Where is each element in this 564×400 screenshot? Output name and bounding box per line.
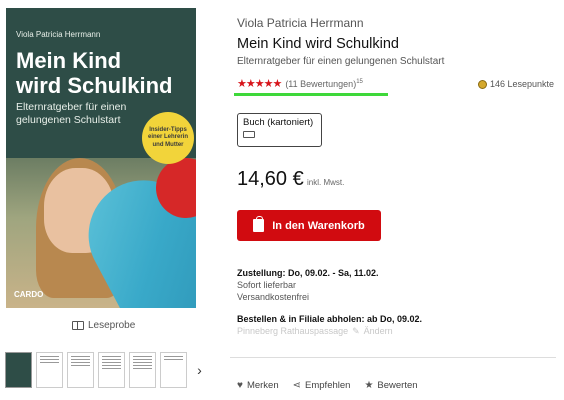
highlight-underline bbox=[234, 93, 388, 96]
product-actions: ♥ Merken ⋖ Empfehlen ★ Bewerten bbox=[237, 380, 418, 391]
merken-button[interactable]: ♥ Merken bbox=[237, 380, 279, 391]
star-rating-icon: ★★★★★ bbox=[237, 78, 282, 90]
review-count-text: (11 Bewertungen) bbox=[285, 78, 357, 89]
format-label: Buch (kartoniert) bbox=[243, 117, 314, 128]
cover-badge: Insider-Tipps einer Lehrerin und Mutter bbox=[142, 112, 194, 164]
bewerten-label: Bewerten bbox=[377, 380, 418, 391]
heart-icon: ♥ bbox=[237, 380, 243, 391]
delivery-info: Zustellung: Do, 09.02. - Sa, 11.02. Sofo… bbox=[237, 267, 379, 303]
leseprobe-label: Leseprobe bbox=[88, 320, 136, 331]
store-selector[interactable]: Pinneberg Rathauspassage ✎ Ändern bbox=[237, 326, 393, 337]
thumbnail-page[interactable] bbox=[98, 352, 125, 388]
cover-author: Viola Patricia Herrmann bbox=[16, 30, 101, 39]
thumbnail-cover[interactable] bbox=[5, 352, 32, 388]
bewerten-button[interactable]: ★ Bewerten bbox=[364, 380, 417, 391]
review-count[interactable]: (11 Bewertungen)15 bbox=[285, 79, 363, 89]
divider bbox=[230, 357, 556, 358]
book-format-icon bbox=[243, 131, 255, 138]
star-icon: ★ bbox=[364, 380, 374, 391]
thumbnail-strip: › bbox=[5, 352, 208, 388]
cover-title-line2: wird Schulkind bbox=[16, 73, 173, 98]
format-option-selected[interactable]: Buch (kartoniert) bbox=[237, 113, 322, 147]
add-to-cart-button[interactable]: In den Warenkorb bbox=[237, 210, 381, 241]
chevron-right-icon[interactable]: › bbox=[191, 352, 208, 388]
book-cover-image[interactable]: Viola Patricia Herrmann Mein Kind wird S… bbox=[6, 8, 196, 308]
product-title: Mein Kind wird Schulkind bbox=[237, 36, 399, 52]
thumbnail-page[interactable] bbox=[36, 352, 63, 388]
empfehlen-label: Empfehlen bbox=[305, 380, 351, 391]
merken-label: Merken bbox=[246, 380, 279, 391]
product-subtitle: Elternratgeber für einen gelungenen Schu… bbox=[237, 56, 445, 67]
cover-title-line1: Mein Kind bbox=[16, 48, 122, 73]
book-icon bbox=[72, 321, 84, 330]
shipping-cost: Versandkostenfrei bbox=[237, 292, 310, 302]
tax-note: inkl. Mwst. bbox=[307, 178, 345, 187]
shopping-bag-icon bbox=[253, 216, 265, 232]
thumbnail-page[interactable] bbox=[67, 352, 94, 388]
thumbnail-page[interactable] bbox=[129, 352, 156, 388]
cover-subtitle-line1: Elternratgeber für einen bbox=[16, 101, 127, 113]
leseprobe-link[interactable]: Leseprobe bbox=[72, 320, 135, 331]
delivery-date: Zustellung: Do, 09.02. - Sa, 11.02. bbox=[237, 268, 379, 278]
cover-subtitle: Elternratgeber für einen gelungenen Schu… bbox=[16, 101, 136, 127]
cover-subtitle-line2: gelungenen Schulstart bbox=[16, 114, 121, 126]
store-change-link[interactable]: Ändern bbox=[364, 326, 393, 337]
points-coin-icon bbox=[478, 79, 487, 89]
publisher-logo: CARDO bbox=[14, 290, 44, 299]
share-icon: ⋖ bbox=[292, 380, 302, 391]
author-link[interactable]: Viola Patricia Herrmann bbox=[237, 16, 364, 30]
pickup-info: Bestellen & in Filiale abholen: ab Do, 0… bbox=[237, 314, 423, 324]
thumbnail-page[interactable] bbox=[160, 352, 187, 388]
pencil-icon: ✎ bbox=[352, 326, 360, 336]
cover-title: Mein Kind wird Schulkind bbox=[16, 48, 172, 98]
availability: Sofort lieferbar bbox=[237, 280, 297, 290]
store-name: Pinneberg Rathauspassage bbox=[237, 326, 349, 336]
points-label: 146 Lesepunkte bbox=[490, 79, 555, 89]
rating-summary[interactable]: ★★★★★ (11 Bewertungen)15 bbox=[237, 77, 363, 90]
lesepunkte: 146 Lesepunkte bbox=[478, 79, 554, 89]
price: 14,60 € bbox=[237, 168, 304, 190]
review-footnote: 15 bbox=[356, 78, 363, 85]
empfehlen-button[interactable]: ⋖ Empfehlen bbox=[293, 380, 351, 391]
add-to-cart-label: In den Warenkorb bbox=[272, 219, 365, 232]
